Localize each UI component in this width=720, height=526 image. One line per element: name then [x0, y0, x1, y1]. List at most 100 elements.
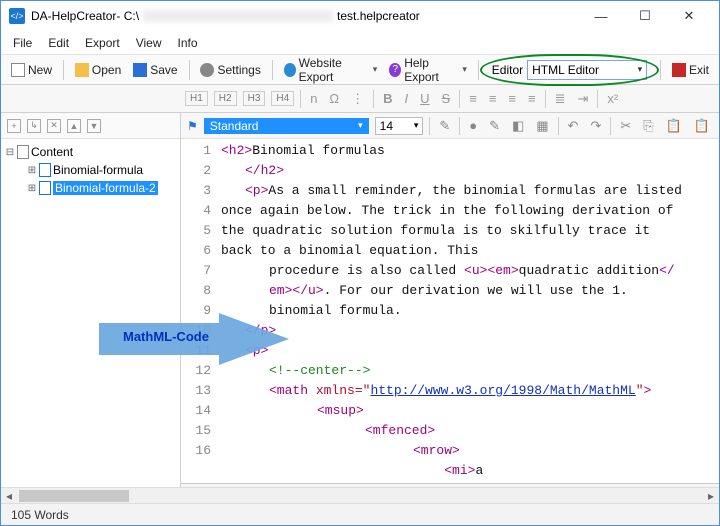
path-blur [143, 10, 333, 22]
code-editor[interactable]: 12345678910111213141516 <h2>Binomial for… [181, 139, 719, 483]
maximize-button[interactable]: ☐ [623, 2, 667, 30]
add-page-icon[interactable]: + [7, 119, 21, 133]
editor-select[interactable]: HTML Editor ▾ [527, 60, 647, 80]
menu-export[interactable]: Export [85, 36, 120, 50]
app-icon: </> [9, 8, 25, 24]
tree-item[interactable]: ⊞ Binomial-formula [5, 161, 176, 179]
scroll-right-icon[interactable]: ▸ [703, 489, 719, 503]
titlebar: </> DA-HelpCreator - C:\ test.helpcreato… [1, 1, 719, 31]
page-icon [11, 63, 25, 77]
style-toolbar: ⚑ Standard ▾ 14 ▾ ✎ ● ✎ ◧ ▦ ↶ ↷ ✂ ⎘ 📋 📋 [181, 113, 719, 139]
list-icon[interactable]: ≣ [552, 91, 569, 107]
h3-button[interactable]: H3 [243, 91, 266, 106]
marker-icon[interactable]: ✎ [486, 118, 503, 134]
new-button[interactable]: New [7, 61, 56, 79]
delete-icon[interactable]: ✕ [47, 119, 61, 133]
sidebar: + ↳ ✕ ▲ ▼ ⊟ Content ⊞ Binomial-formula ⊞… [1, 113, 181, 505]
menu-file[interactable]: File [13, 36, 32, 50]
ordered-list-icon[interactable]: Ω [326, 91, 342, 106]
move-up-icon[interactable]: ▲ [67, 119, 81, 133]
website-export-button[interactable]: Website Export▾ [280, 54, 382, 86]
chevron-down-icon: ▾ [414, 120, 419, 131]
color-pick-icon[interactable]: ✎ [436, 118, 453, 134]
exit-button[interactable]: Exit [668, 61, 713, 79]
redo-icon[interactable]: ↷ [587, 118, 604, 134]
paste-icon[interactable]: 📋 [663, 118, 685, 134]
expand-icon[interactable]: ⊞ [27, 183, 37, 194]
save-button[interactable]: Save [129, 61, 181, 79]
undo-icon[interactable]: ↶ [565, 118, 582, 134]
gear-icon [200, 63, 214, 77]
cut-icon[interactable]: ✂ [617, 118, 634, 134]
tree-item-label: Binomial-formula [53, 163, 143, 177]
disk-icon [133, 63, 147, 77]
flag-icon[interactable]: ⚑ [187, 119, 198, 133]
align-justify-icon[interactable]: ≡ [525, 91, 539, 106]
eraser-icon[interactable]: ◧ [509, 118, 527, 134]
align-center-icon[interactable]: ≡ [486, 91, 500, 106]
menu-info[interactable]: Info [178, 36, 198, 50]
copy-icon[interactable]: ⎘ [640, 118, 656, 134]
source-text[interactable]: <h2>Binomial formulas</h2><p>As a small … [217, 139, 719, 483]
tree-item-label: Binomial-formula-2 [53, 181, 158, 195]
globe-icon [284, 63, 296, 77]
align-left-icon[interactable]: ≡ [466, 91, 480, 106]
path-sep: - C:\ [116, 9, 139, 23]
content-tree: ⊟ Content ⊞ Binomial-formula ⊞ Binomial-… [1, 139, 180, 505]
toolbar: New Open Save Settings Website Export▾ ?… [1, 55, 719, 85]
workspace: + ↳ ✕ ▲ ▼ ⊟ Content ⊞ Binomial-formula ⊞… [1, 113, 719, 505]
scroll-thumb[interactable] [19, 490, 129, 502]
chevron-down-icon: ▾ [373, 64, 378, 75]
chevron-down-icon: ▾ [638, 64, 643, 75]
underline-button[interactable]: U [417, 91, 432, 106]
chevron-down-icon: ▾ [358, 120, 363, 131]
indent-icon[interactable]: ⇥ [575, 91, 592, 107]
font-name[interactable]: n [307, 91, 320, 106]
tree-root-label: Content [31, 145, 73, 159]
expand-icon[interactable]: ⊞ [27, 165, 37, 176]
horizontal-scrollbar[interactable]: ◂ ▸ [1, 487, 719, 503]
folder-icon [75, 63, 89, 77]
open-button[interactable]: Open [71, 61, 125, 79]
editor-panel: ⚑ Standard ▾ 14 ▾ ✎ ● ✎ ◧ ▦ ↶ ↷ ✂ ⎘ 📋 📋 [181, 113, 719, 505]
collapse-icon[interactable]: ⊟ [5, 147, 15, 158]
fontsize-select[interactable]: 14 ▾ [375, 117, 424, 135]
word-count: 105 Words [11, 508, 69, 522]
format-toolbar: H1 H2 H3 H4 n Ω ⋮ B I U S ≡ ≡ ≡ ≡ ≣ ⇥ x² [1, 85, 719, 113]
h4-button[interactable]: H4 [271, 91, 294, 106]
paste-special-icon[interactable]: 📋 [691, 118, 713, 134]
style-select[interactable]: Standard ▾ [204, 118, 369, 134]
move-down-icon[interactable]: ▼ [87, 119, 101, 133]
scroll-left-icon[interactable]: ◂ [1, 489, 17, 503]
menu-edit[interactable]: Edit [48, 36, 69, 50]
gutter: 12345678910111213141516 [181, 139, 217, 483]
statusbar: 105 Words [1, 503, 719, 525]
settings-button[interactable]: Settings [196, 61, 264, 79]
editor-selector-group: Editor HTML Editor ▾ [486, 58, 653, 82]
sidebar-tools: + ↳ ✕ ▲ ▼ [1, 113, 180, 139]
menu-view[interactable]: View [136, 36, 162, 50]
h1-button[interactable]: H1 [185, 91, 208, 106]
highlight-icon[interactable]: ● [466, 118, 480, 133]
bold-button[interactable]: B [380, 91, 395, 106]
tree-item[interactable]: ⊞ Binomial-formula-2 [5, 179, 176, 197]
divider: ⋮ [348, 91, 367, 107]
menubar: File Edit Export View Info [1, 31, 719, 55]
editor-label: Editor [492, 63, 523, 77]
italic-button[interactable]: I [402, 91, 412, 106]
help-icon: ? [389, 63, 401, 77]
h2-button[interactable]: H2 [214, 91, 237, 106]
close-button[interactable]: ✕ [667, 2, 711, 30]
minimize-button[interactable]: — [579, 2, 623, 30]
tree-root[interactable]: ⊟ Content [5, 143, 176, 161]
strike-button[interactable]: S [439, 91, 454, 106]
superscript-icon[interactable]: x² [604, 91, 621, 106]
clear-format-icon[interactable]: ▦ [533, 118, 551, 134]
help-export-button[interactable]: ?Help Export▾ [385, 54, 471, 86]
editor-value: HTML Editor [532, 63, 599, 77]
align-right-icon[interactable]: ≡ [505, 91, 519, 106]
chevron-down-icon: ▾ [462, 64, 467, 75]
page-icon [39, 163, 51, 177]
add-child-icon[interactable]: ↳ [27, 119, 41, 133]
fontsize-value: 14 [380, 119, 393, 133]
